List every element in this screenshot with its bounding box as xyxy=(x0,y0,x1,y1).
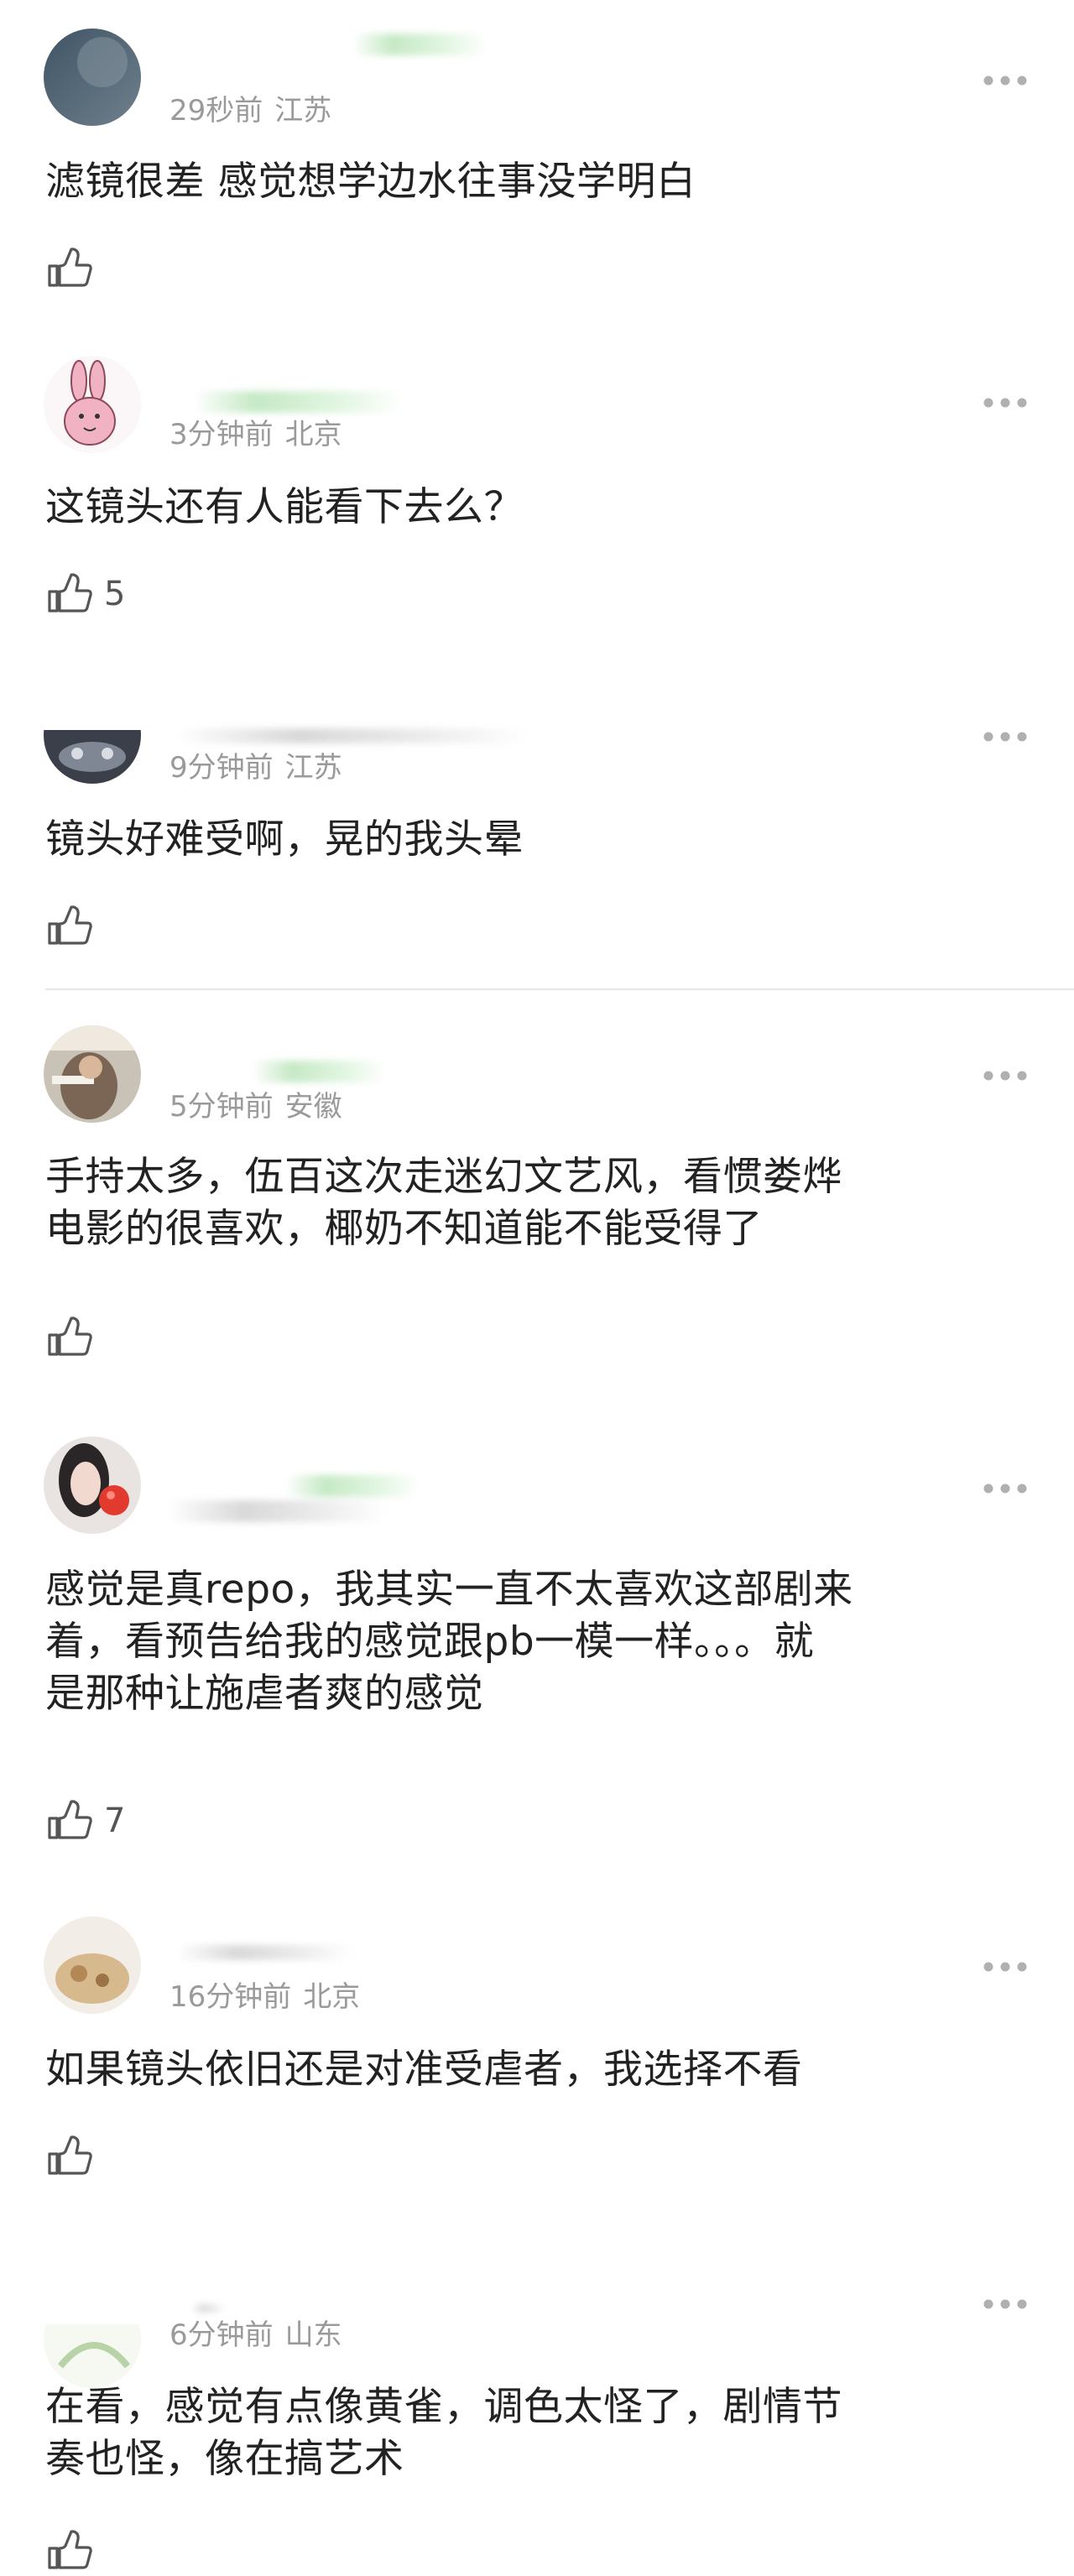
comment-text: 镜头好难受啊，晃的我头晕 xyxy=(45,816,524,863)
user-avatar[interactable] xyxy=(44,730,141,784)
thumbs-up-icon xyxy=(48,905,92,945)
comment-meta: 6分钟前 山东 xyxy=(169,2318,342,2352)
like-button[interactable] xyxy=(45,243,104,294)
comment-time: 9分钟前 xyxy=(169,751,274,785)
user-avatar[interactable] xyxy=(44,1025,141,1123)
username-redacted xyxy=(252,1061,386,1082)
comment-time: 3分钟前 xyxy=(169,418,274,451)
more-dots-icon xyxy=(983,2299,1027,2309)
comment-text: 如果镜头依旧还是对准受虐者，我选择不看 xyxy=(45,2047,803,2093)
comment-time: 29秒前 xyxy=(169,94,263,128)
comment-time: 16分钟前 xyxy=(169,1980,292,2014)
user-avatar[interactable] xyxy=(44,2324,141,2388)
comment-location: 江苏 xyxy=(274,94,332,128)
more-options-button[interactable] xyxy=(980,2296,1030,2313)
username-redacted xyxy=(193,391,403,413)
like-button[interactable]: 7 xyxy=(45,1796,125,1846)
thumbs-up-icon xyxy=(48,2530,92,2569)
like-button[interactable] xyxy=(45,2131,104,2182)
thumbs-up-icon xyxy=(48,1800,92,1839)
username-redacted xyxy=(168,1500,386,1522)
more-options-button[interactable] xyxy=(980,1480,1030,1497)
comment-location: 北京 xyxy=(303,1980,361,2014)
like-button[interactable] xyxy=(45,901,104,952)
more-dots-icon xyxy=(983,732,1027,742)
more-options-button[interactable] xyxy=(980,72,1030,89)
more-dots-icon xyxy=(983,76,1027,86)
user-avatar[interactable] xyxy=(44,1437,141,1534)
like-count: 7 xyxy=(104,1802,126,1840)
comment-location: 北京 xyxy=(284,418,342,451)
more-options-button[interactable] xyxy=(980,1958,1030,1975)
more-dots-icon xyxy=(983,1484,1027,1494)
like-button[interactable] xyxy=(45,1312,104,1363)
comment-location: 山东 xyxy=(284,2318,342,2352)
comment-meta: 5分钟前 安徽 xyxy=(169,1090,342,1124)
more-dots-icon xyxy=(983,1962,1027,1972)
user-avatar[interactable] xyxy=(44,29,141,126)
like-count: 5 xyxy=(104,575,126,613)
comment-time: 6分钟前 xyxy=(169,2318,274,2352)
like-button[interactable] xyxy=(45,2526,104,2576)
comment-meta: 9分钟前 江苏 xyxy=(169,751,342,785)
section-divider xyxy=(45,988,1074,990)
thumbs-up-icon xyxy=(48,1317,92,1356)
more-dots-icon xyxy=(983,398,1027,408)
more-options-button[interactable] xyxy=(980,394,1030,411)
more-dots-icon xyxy=(983,1071,1027,1081)
user-avatar[interactable] xyxy=(44,356,141,453)
comment-text: 在看，感觉有点像黄雀，调色太怪了，剧情节 奏也怪，像在搞艺术 xyxy=(45,2384,842,2482)
username-redacted xyxy=(191,2304,225,2313)
username-redacted xyxy=(285,1475,420,1497)
username-redacted xyxy=(176,1945,352,1960)
thumbs-up-icon xyxy=(48,248,92,287)
username-redacted xyxy=(352,34,487,55)
more-options-button[interactable] xyxy=(980,728,1030,745)
comment-text: 滤镜很差 感觉想学边水往事没学明白 xyxy=(45,159,696,205)
comment-meta: 16分钟前 北京 xyxy=(169,1980,360,2014)
comment-text: 这镜头还有人能看下去么？ xyxy=(45,484,524,530)
comment-meta: 3分钟前 北京 xyxy=(169,418,342,451)
comment-text: 手持太多，伍百这次走迷幻文艺风，看惯娄烨 电影的很喜欢，椰奶不知道能不能受得了 xyxy=(45,1154,842,1252)
comment-location: 江苏 xyxy=(284,751,342,785)
comment-time: 5分钟前 xyxy=(169,1090,274,1124)
username-redacted xyxy=(176,728,529,743)
user-avatar[interactable] xyxy=(44,1916,141,2014)
thumbs-up-icon xyxy=(48,2135,92,2175)
more-options-button[interactable] xyxy=(980,1067,1030,1084)
thumbs-up-icon xyxy=(48,573,92,613)
comment-meta: 29秒前 江苏 xyxy=(169,94,331,128)
like-button[interactable]: 5 xyxy=(45,569,125,619)
comment-text: 感觉是真repo，我其实一直不太喜欢这部剧来 着，看预告给我的感觉跟pb一模一样… xyxy=(45,1567,853,1717)
comment-location: 安徽 xyxy=(284,1090,342,1124)
